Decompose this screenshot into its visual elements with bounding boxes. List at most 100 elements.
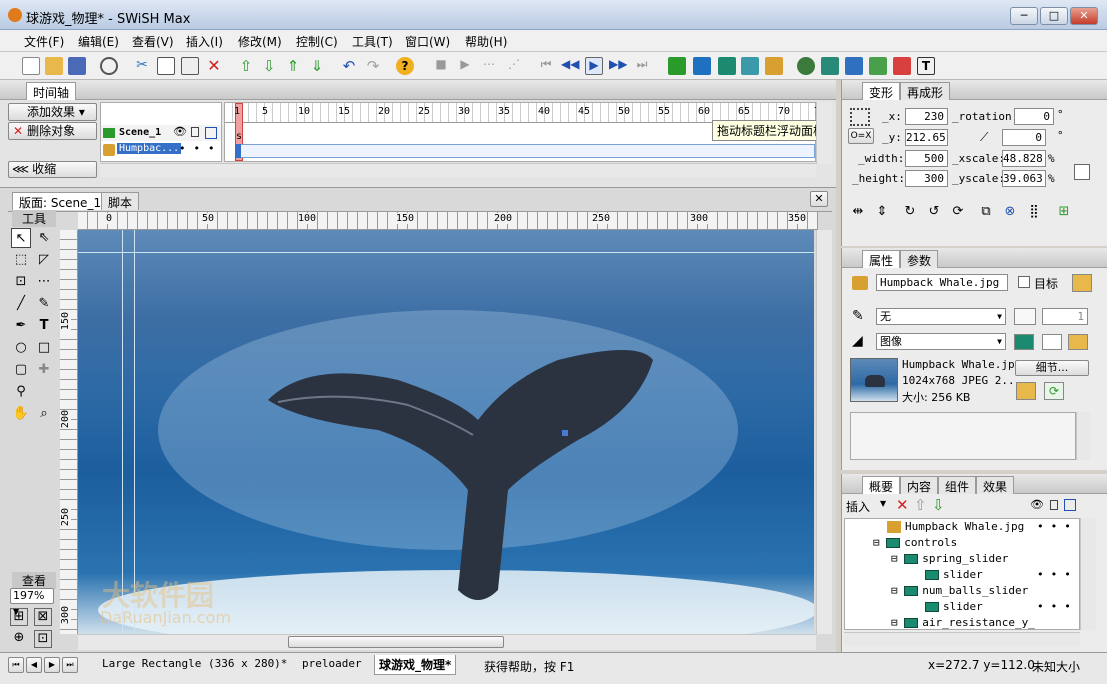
tree-row-slider[interactable]: slider ••• — [925, 567, 1079, 583]
paste-icon[interactable] — [181, 57, 199, 75]
delete-icon[interactable]: ✕ — [205, 57, 223, 75]
insert-sprite-icon[interactable] — [693, 57, 711, 75]
zoom-fit-icon[interactable]: ⊞ — [10, 608, 28, 626]
ellipse-icon[interactable]: ○ — [11, 338, 31, 358]
eyedropper-icon[interactable]: ⚲ — [11, 382, 31, 402]
tree-row-image[interactable]: Humpback Whale.jpg ••• — [887, 519, 1079, 535]
zoom-select-icon[interactable]: ⊡ — [34, 630, 52, 648]
xscale-input[interactable]: 48.828 — [1002, 150, 1046, 167]
rewind-icon[interactable]: ◀◀ — [561, 57, 579, 75]
insert-scene-icon[interactable] — [668, 57, 686, 75]
library-icon[interactable] — [1072, 274, 1092, 292]
tab-timeline[interactable]: 时间轴 — [26, 82, 77, 100]
step-icon[interactable]: ⋯ — [480, 57, 498, 75]
stage-hscroll[interactable] — [78, 634, 816, 650]
undo-icon[interactable]: ↶ — [340, 57, 358, 75]
tree-row-spring-slider[interactable]: ⊟ spring_slider — [891, 551, 1008, 567]
last-scene-icon[interactable]: ⏭ — [62, 657, 78, 673]
whale-image[interactable]: 大软件园 DaRuanJian.com — [78, 230, 814, 634]
tab-reshape[interactable]: 再成形 — [900, 82, 951, 100]
tree-row-air-resistance[interactable]: ⊟ air_resistance_y_ — [891, 615, 1035, 629]
zoom-icon[interactable]: ⌕ — [34, 404, 54, 424]
resize-icon[interactable]: ⊡ — [11, 272, 31, 292]
pencil-icon[interactable]: ✎ — [34, 294, 54, 314]
cut-icon[interactable]: ✂ — [133, 57, 151, 75]
minimize-button[interactable]: ─ — [1010, 7, 1038, 25]
edit-image-icon[interactable] — [1016, 382, 1036, 400]
properties-vscroll[interactable] — [1076, 412, 1090, 460]
copy-transform-icon[interactable]: ⧉ — [976, 202, 996, 222]
close-button[interactable]: ✕ — [1070, 7, 1098, 25]
doc-tab-preloader[interactable]: preloader — [302, 657, 362, 670]
tab-layout[interactable]: 版面: Scene_1 — [12, 192, 109, 210]
tab-script[interactable]: 脚本 — [101, 192, 140, 210]
lock-ratio-icon[interactable] — [1074, 164, 1090, 180]
timeline-hscroll[interactable] — [100, 163, 816, 177]
insert-button-icon[interactable] — [741, 57, 759, 75]
y-input[interactable]: 212.65 — [905, 129, 948, 146]
distribute-icon[interactable]: ⊞ — [1054, 202, 1074, 222]
outline-hscroll[interactable] — [844, 632, 1080, 646]
hand-icon[interactable]: ✋ — [11, 404, 31, 424]
tab-parameters[interactable]: 参数 — [900, 250, 939, 268]
flip-v-icon[interactable]: ⇕ — [872, 202, 892, 222]
scale-icon[interactable]: ⬚ — [11, 250, 31, 270]
forward-icon[interactable]: ▶▶ — [609, 57, 627, 75]
zoom-in-icon[interactable]: ⊕ — [10, 630, 28, 648]
outline-vscroll[interactable] — [1080, 518, 1096, 630]
tab-outline[interactable]: 概要 — [862, 476, 901, 494]
last-frame-icon[interactable]: ⏭ — [633, 57, 651, 75]
menu-control[interactable]: 控制(C) — [296, 33, 338, 50]
move-top-icon[interactable]: ⇑ — [284, 57, 302, 75]
layer-keyframe[interactable] — [235, 144, 241, 158]
first-scene-icon[interactable]: ⏮ — [8, 657, 24, 673]
collapse-button[interactable]: ⋘ 收缩 — [8, 161, 97, 178]
target-checkbox[interactable] — [1018, 276, 1030, 288]
reset-transform-icon[interactable]: ⊗ — [1000, 202, 1020, 222]
copy-icon[interactable] — [157, 57, 175, 75]
stage-vscroll[interactable] — [816, 230, 832, 634]
stop-icon[interactable]: ■ — [432, 57, 450, 75]
yscale-input[interactable]: 39.063 — [1002, 170, 1046, 187]
outline-lock-icon[interactable] — [1050, 500, 1058, 510]
rotate-180-icon[interactable]: ⟳ — [948, 202, 968, 222]
menu-insert[interactable]: 插入(I) — [186, 33, 223, 50]
tab-content[interactable]: 内容 — [900, 476, 939, 494]
tab-transform[interactable]: 变形 — [862, 82, 901, 100]
maximize-button[interactable]: □ — [1040, 7, 1068, 25]
lock-icon[interactable] — [191, 127, 199, 137]
rotation-input[interactable]: 0 — [1014, 108, 1054, 125]
menu-edit[interactable]: 编辑(E) — [78, 33, 119, 50]
insert-movie-icon[interactable] — [821, 57, 839, 75]
prev-scene-icon[interactable]: ◀ — [26, 657, 42, 673]
play-scene-icon[interactable]: ⋰ — [505, 57, 523, 75]
collapse-toggle[interactable]: ⊟ — [891, 584, 904, 597]
new-icon[interactable] — [22, 57, 40, 75]
help-icon[interactable]: ? — [396, 57, 414, 75]
properties-textarea[interactable] — [850, 412, 1076, 460]
eye-icon[interactable]: 👁 — [173, 125, 187, 138]
fill-color-icon[interactable] — [1014, 334, 1034, 350]
rotate-cw-icon[interactable]: ↻ — [900, 202, 920, 222]
text-icon[interactable]: T — [34, 316, 54, 336]
skew-input[interactable]: 0 — [1002, 129, 1046, 146]
zoom-select[interactable]: 197% ▼ — [10, 588, 54, 616]
tab-components[interactable]: 组件 — [938, 476, 977, 494]
outline-toggle-icon[interactable] — [205, 127, 217, 139]
tab-effects[interactable]: 效果 — [976, 476, 1015, 494]
pen-icon[interactable]: ✒ — [11, 316, 31, 336]
menu-view[interactable]: 查看(V) — [132, 33, 174, 50]
outline-header[interactable]: 概要 内容 组件 效果 — [842, 474, 1107, 494]
tab-properties[interactable]: 属性 — [862, 250, 901, 268]
line-width-input[interactable]: 1 — [1042, 308, 1088, 325]
autoshape-icon[interactable]: ✚ — [34, 360, 54, 380]
outline-eye-icon[interactable]: 👁 — [1030, 498, 1044, 511]
add-effect-button[interactable]: 添加效果 ▾ — [8, 103, 97, 121]
doc-tab-active[interactable]: 球游戏_物理* — [374, 655, 457, 675]
menu-file[interactable]: 文件(F) — [24, 33, 64, 50]
rounded-rect-icon[interactable]: ▢ — [11, 360, 31, 380]
tree-row-slider[interactable]: slider ••• — [925, 599, 1079, 615]
next-scene-icon[interactable]: ▶ — [44, 657, 60, 673]
export-icon[interactable] — [869, 57, 887, 75]
insert-text-icon[interactable] — [718, 57, 736, 75]
